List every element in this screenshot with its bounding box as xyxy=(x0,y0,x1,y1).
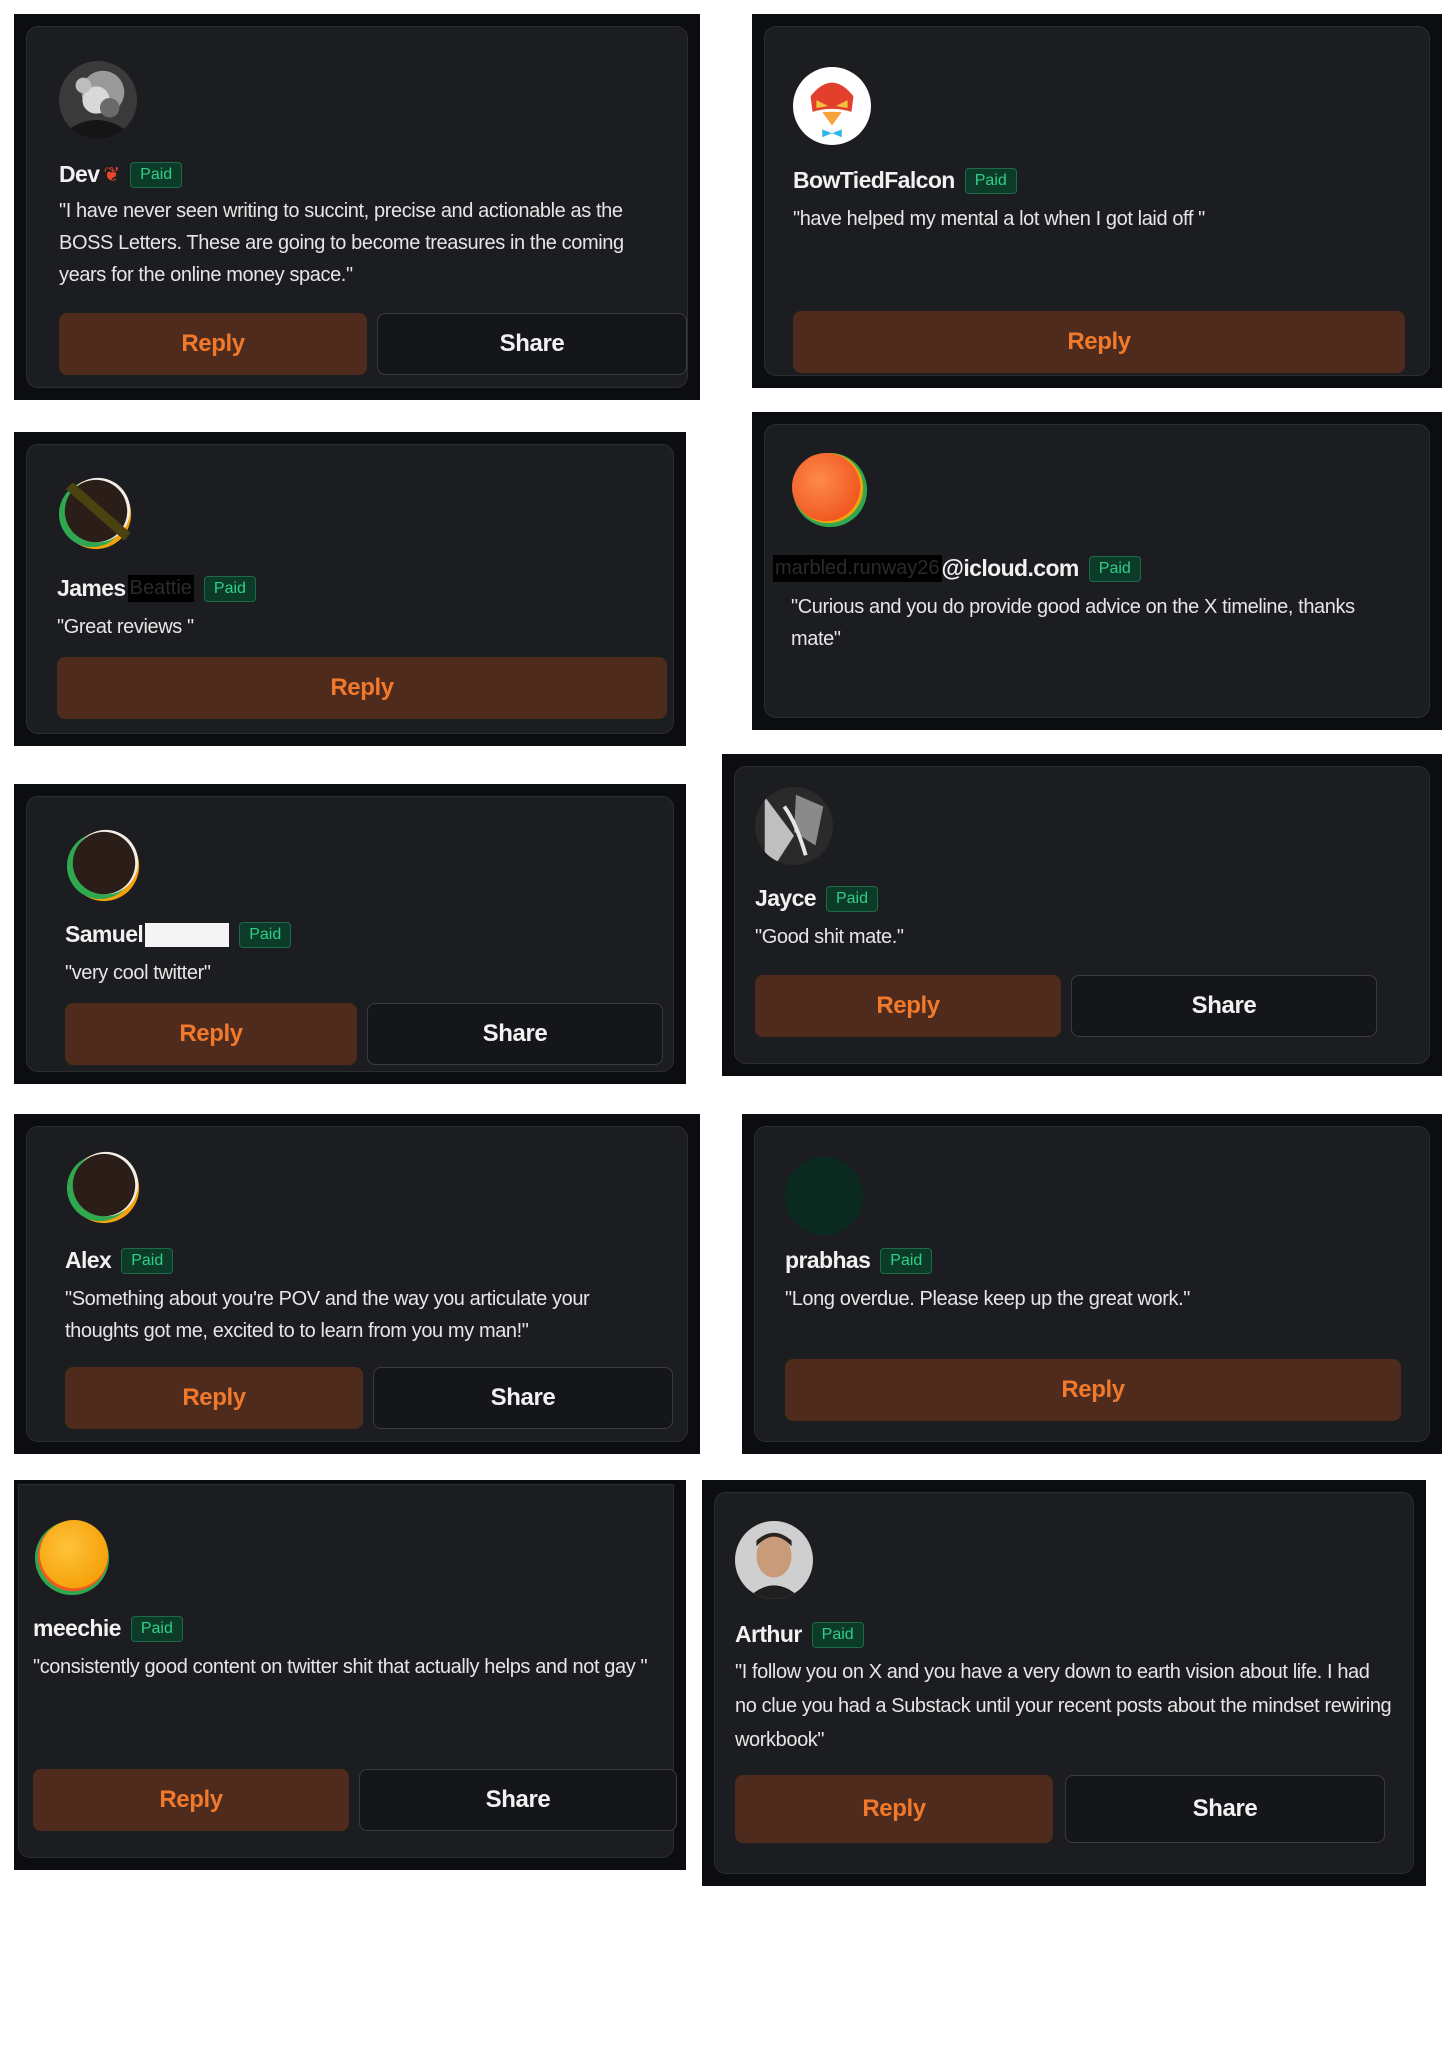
commenter-name[interactable]: Arthur xyxy=(735,1621,802,1648)
paid-badge: Paid xyxy=(1088,555,1141,582)
avatar[interactable] xyxy=(755,787,833,865)
redacted-surname: Beattie xyxy=(127,575,194,602)
reply-button[interactable]: Reply xyxy=(59,313,367,375)
redacted-surname xyxy=(145,922,230,947)
comment-card: Dev ❦ Paid "I have never seen writing to… xyxy=(14,14,700,400)
share-button[interactable]: Share xyxy=(1071,975,1377,1037)
reply-button[interactable]: Reply xyxy=(735,1775,1053,1843)
reply-button[interactable]: Reply xyxy=(793,311,1405,373)
paid-badge: Paid xyxy=(121,1247,174,1274)
comment-text: "Great reviews " xyxy=(57,616,194,638)
comment-card: Alex Paid "Something about you're POV an… xyxy=(14,1114,700,1454)
avatar[interactable] xyxy=(33,1519,111,1597)
comment-card: Arthur Paid "I follow you on X and you h… xyxy=(702,1480,1426,1886)
comment-card: meechie Paid "consistently good content … xyxy=(14,1480,686,1870)
avatar[interactable] xyxy=(791,451,869,529)
comment-text: "Good shit mate." xyxy=(755,926,904,948)
paid-badge: Paid xyxy=(203,575,256,602)
commenter-name[interactable]: meechie xyxy=(33,1615,121,1642)
comment-text: "have helped my mental a lot when I got … xyxy=(793,208,1205,230)
commenter-name[interactable]: Alex xyxy=(65,1247,112,1274)
avatar[interactable] xyxy=(65,827,143,905)
comment-text: "Curious and you do provide good advice … xyxy=(791,596,1355,650)
comment-text: "Long overdue. Please keep up the great … xyxy=(785,1288,1190,1310)
paid-badge: Paid xyxy=(811,1621,864,1648)
paid-badge: Paid xyxy=(239,921,292,948)
comment-text: "consistently good content on twitter sh… xyxy=(33,1656,648,1678)
comment-text: "I have never seen writing to succint, p… xyxy=(59,200,624,286)
avatar[interactable] xyxy=(57,475,135,553)
avatar[interactable] xyxy=(785,1157,863,1235)
paid-badge: Paid xyxy=(130,1615,183,1642)
redacted-email-prefix: marbled.runway26 xyxy=(773,555,942,582)
comment-card: James Beattie Paid "Great reviews " Repl… xyxy=(14,432,686,746)
commenter-name[interactable]: Jayce xyxy=(755,885,817,912)
reply-button[interactable]: Reply xyxy=(65,1367,363,1429)
reply-button[interactable]: Reply xyxy=(33,1769,349,1831)
commenter-name[interactable]: Samuel xyxy=(65,921,144,948)
share-button[interactable]: Share xyxy=(367,1003,663,1065)
commenter-name[interactable]: @icloud.com xyxy=(942,555,1080,582)
commenter-name[interactable]: James xyxy=(57,575,126,602)
paid-badge: Paid xyxy=(880,1247,933,1274)
reply-button[interactable]: Reply xyxy=(755,975,1061,1037)
comment-card: Jayce Paid "Good shit mate." Reply Share xyxy=(722,754,1442,1076)
avatar[interactable] xyxy=(59,61,137,139)
comment-card: Samuel Paid "very cool twitter" Reply Sh… xyxy=(14,784,686,1084)
commenter-name[interactable]: prabhas xyxy=(785,1247,871,1274)
reply-button[interactable]: Reply xyxy=(65,1003,357,1065)
avatar[interactable] xyxy=(735,1521,813,1599)
paid-badge: Paid xyxy=(130,161,183,188)
avatar[interactable] xyxy=(793,67,871,145)
commenter-name[interactable]: Dev xyxy=(59,161,100,188)
reply-button[interactable]: Reply xyxy=(785,1359,1401,1421)
paid-badge: Paid xyxy=(964,167,1017,194)
comment-text: "very cool twitter" xyxy=(65,962,211,984)
share-button[interactable]: Share xyxy=(373,1367,673,1429)
comment-card: prabhas Paid "Long overdue. Please keep … xyxy=(742,1114,1442,1454)
share-button[interactable]: Share xyxy=(359,1769,677,1831)
commenter-name[interactable]: BowTiedFalcon xyxy=(793,167,955,194)
comment-card: marbled.runway26 @icloud.com Paid "Curio… xyxy=(752,412,1442,730)
share-button[interactable]: Share xyxy=(1065,1775,1385,1843)
avatar[interactable] xyxy=(65,1149,143,1227)
comment-card: BowTiedFalcon Paid "have helped my menta… xyxy=(752,14,1442,388)
paid-badge: Paid xyxy=(825,885,878,912)
comment-text: "I follow you on X and you have a very d… xyxy=(735,1661,1392,1751)
share-button[interactable]: Share xyxy=(377,313,687,375)
comment-text: "Something about you're POV and the way … xyxy=(65,1288,590,1342)
reply-button[interactable]: Reply xyxy=(57,657,667,719)
fire-icon: ❦ xyxy=(103,164,121,186)
